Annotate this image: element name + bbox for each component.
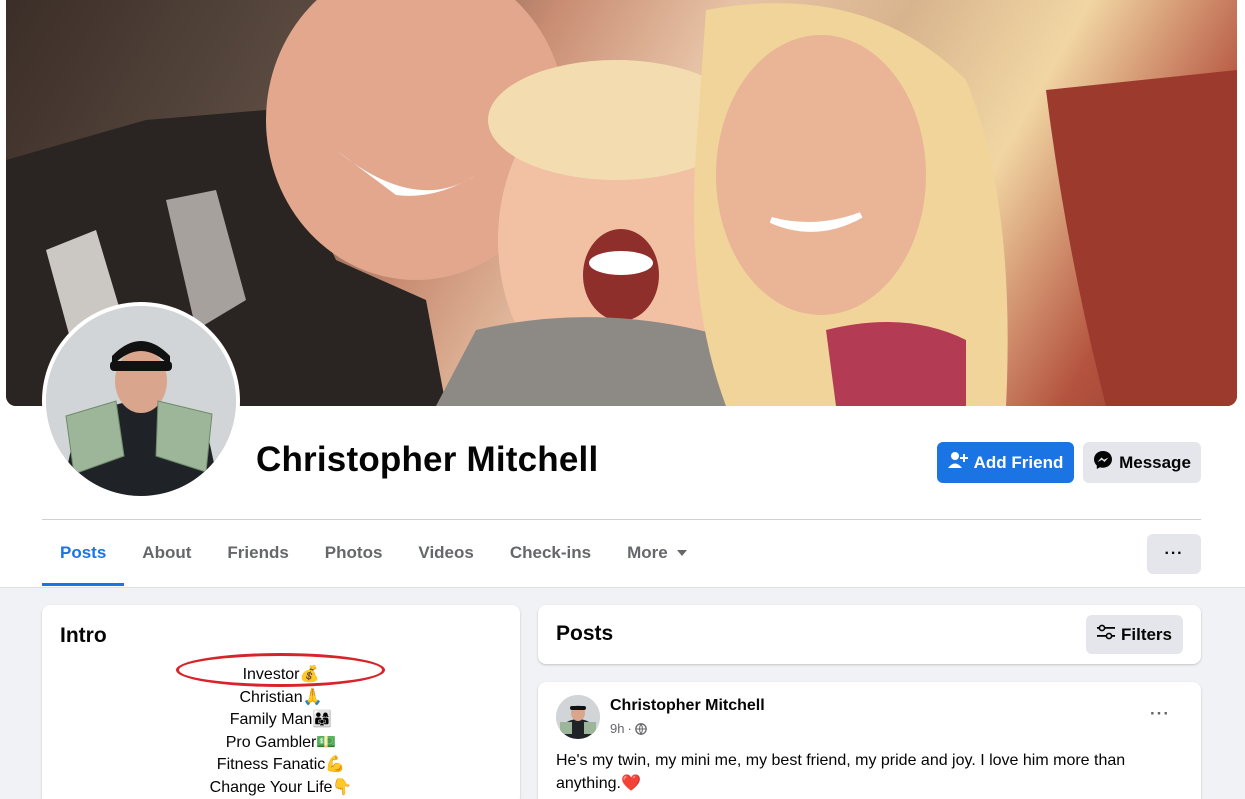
profile-tabs: Posts About Friends Photos Videos Check-… [42,520,706,586]
tab-more-label: More [627,543,668,562]
post-card: Christopher Mitchell 9h · ··· He's my tw… [538,682,1201,799]
posts-header-card: Posts Filters [538,605,1201,664]
intro-line-pro-gambler: Pro Gambler💵 [225,733,337,751]
post-text: He's my twin, my mini me, my best friend… [556,749,1181,795]
post-text-body: He's my twin, my mini me, my best friend… [556,752,1126,792]
posts-title: Posts [556,622,614,645]
profile-name: Christopher Mitchell [256,440,599,479]
add-friend-button[interactable]: Add Friend [937,442,1074,483]
red-annotation-ellipse [176,653,385,687]
tab-photos[interactable]: Photos [307,520,401,586]
messenger-icon [1093,450,1113,475]
message-label: Message [1119,452,1191,472]
post-timestamp[interactable]: 9h [610,721,624,736]
intro-title: Intro [60,624,107,647]
intro-line-christian: Christian🙏 [239,688,323,706]
message-button[interactable]: Message [1083,442,1201,483]
intro-line-change-your-life: Change Your Life👇 [209,778,353,796]
heart-emoji: ❤️ [620,775,641,792]
post-options-button[interactable]: ··· [1150,704,1170,724]
profile-picture-image [46,306,236,496]
tab-more[interactable]: More [609,520,706,586]
globe-icon [634,722,647,735]
tab-posts[interactable]: Posts [42,520,125,586]
intro-card: Intro Investor💰 Christian🙏 Family Man👨‍👩… [42,605,520,799]
intro-line-fitness-fanatic: Fitness Fanatic💪 [216,756,346,773]
profile-picture[interactable] [42,302,240,500]
tab-videos[interactable]: Videos [400,520,491,586]
filters-label: Filters [1120,624,1173,644]
post-meta: 9h · [610,721,647,736]
post-author-name[interactable]: Christopher Mitchell [610,697,765,715]
intro-line-family-man: Family Man👨‍👩‍👧 [229,711,333,728]
add-friend-icon [947,451,968,474]
caret-down-icon [676,549,688,557]
post-author-avatar[interactable] [556,695,600,739]
tab-about[interactable]: About [124,520,209,586]
filters-icon [1096,624,1115,645]
profile-more-options-button[interactable]: ··· [1147,534,1201,574]
post-meta-separator: · [627,721,632,736]
filters-button[interactable]: Filters [1086,615,1183,654]
add-friend-label: Add Friend [973,452,1064,472]
tab-friends[interactable]: Friends [209,520,306,586]
tab-check-ins[interactable]: Check-ins [492,520,609,586]
